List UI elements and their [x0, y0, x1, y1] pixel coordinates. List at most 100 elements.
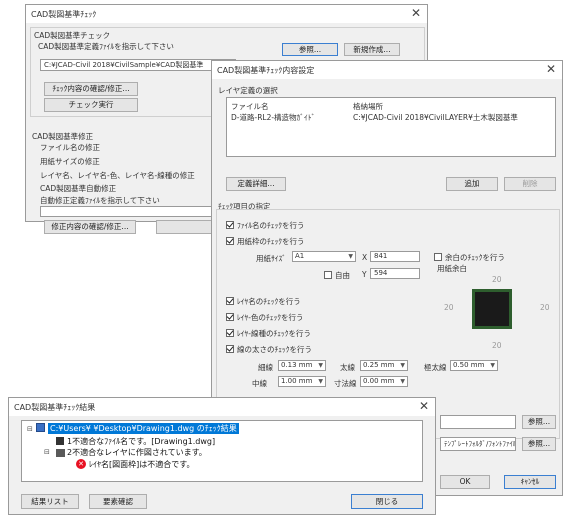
chevron-down-icon: ▼ — [348, 253, 353, 260]
free-size-label: 自由 — [335, 271, 350, 280]
paper-y-input[interactable]: 594 — [370, 268, 420, 279]
dimension-line-value: 0.00 mm — [363, 377, 395, 385]
tree-item-filename[interactable]: 1不適合なﾌｧｲﾙ名です。[Drawing1.dwg] — [67, 436, 215, 447]
check-content-confirm-button[interactable]: ﾁｪｯｸ内容の確認/修正... — [44, 82, 138, 96]
paper-x-input[interactable]: 841 — [370, 251, 420, 262]
layer-fix-label: レイヤ名、レイヤ名-色、レイヤ名-線種の修正 — [40, 171, 195, 180]
margin-top-value: 20 — [492, 275, 502, 284]
paper-preview — [472, 289, 512, 329]
settings-titlebar: CAD製図基準ﾁｪｯｸ内容設定 ✕ — [212, 61, 562, 79]
layer-name-check-checkbox[interactable] — [226, 297, 234, 305]
middle-line-select[interactable]: 1.00 mm ▼ — [278, 376, 326, 387]
filename-check-checkbox[interactable] — [226, 221, 234, 229]
tree-item-layer-name[interactable]: ﾚｲﾔ名[図面枠]は不適合です。 — [89, 459, 194, 470]
layer-definition-list[interactable]: ファイル名 格納場所 D-道路-RL2-構造物ｶﾞｲﾄﾞ C:¥JCAD-Civ… — [226, 97, 556, 157]
chevron-down-icon: ▼ — [400, 378, 405, 385]
tree-root-item[interactable]: C:¥Users¥ ¥Desktop¥Drawing1.dwg のﾁｪｯｸ結果 — [48, 423, 239, 434]
dimension-line-select[interactable]: 0.00 mm ▼ — [360, 376, 408, 387]
middle-line-value: 1.00 mm — [281, 377, 313, 385]
close-icon[interactable]: ✕ — [546, 62, 556, 76]
element-confirm-button[interactable]: 要素確認 — [89, 494, 147, 509]
margin-check-label: 余白のﾁｪｯｸを行う — [445, 253, 505, 262]
reference-button-2[interactable]: 参照... — [522, 415, 556, 429]
thin-line-select[interactable]: 0.13 mm ▼ — [278, 360, 326, 371]
definition-path-input[interactable]: C:¥JCAD-Civil 2018¥CivilSample¥CAD製図基準 — [40, 59, 236, 71]
result-tree[interactable]: ⊟ C:¥Users¥ ¥Desktop¥Drawing1.dwg のﾁｪｯｸ結… — [21, 420, 423, 482]
fix-group-title: CAD製図基準修正 — [32, 132, 94, 141]
paper-check-label: 用紙枠のﾁｪｯｸを行う — [237, 237, 305, 246]
font-path-input[interactable]: ﾃﾝﾌﾟﾚｰﾄﾌｫﾙﾀﾞ/ﾌｫﾝﾄﾌｧｲﾙ(?) — [440, 437, 516, 451]
list-item-filename[interactable]: D-道路-RL2-構造物ｶﾞｲﾄﾞ — [231, 112, 315, 123]
chevron-down-icon: ▼ — [318, 362, 323, 369]
very-thick-line-label: 極太線 — [424, 363, 447, 372]
column-header-location: 格納場所 — [353, 102, 383, 111]
paper-size-value: A1 — [295, 252, 305, 260]
check-dialog-titlebar: CAD製図基準ﾁｪｯｸ ✕ — [26, 5, 427, 23]
error-icon: ✕ — [76, 459, 86, 469]
very-thick-line-select[interactable]: 0.50 mm ▼ — [450, 360, 498, 371]
check-dialog-title: CAD製図基準ﾁｪｯｸ — [31, 10, 97, 19]
result-list-button[interactable]: 結果リスト — [21, 494, 79, 509]
layer-linetype-check-label: ﾚｲﾔ-線種のﾁｪｯｸを行う — [237, 329, 311, 338]
layer-stack-icon — [56, 449, 65, 457]
x-label: X — [362, 253, 368, 262]
linewidth-check-label: 線の太さのﾁｪｯｸを行う — [237, 345, 312, 354]
reference-button[interactable]: 参照... — [282, 43, 338, 56]
paper-size-select[interactable]: A1 ▼ — [292, 251, 356, 262]
middle-line-label: 中線 — [252, 379, 267, 388]
paper-size-label: 用紙ｻｲｽﾞ — [256, 254, 286, 263]
layer-linetype-check-checkbox[interactable] — [226, 329, 234, 337]
fix-content-confirm-button[interactable]: 修正内容の確認/修正... — [44, 220, 136, 234]
result-title: CAD製図基準ﾁｪｯｸ結果 — [14, 403, 96, 412]
free-size-checkbox[interactable] — [324, 271, 332, 279]
layer-name-check-label: ﾚｲﾔ名のﾁｪｯｸを行う — [237, 297, 301, 306]
ok-button[interactable]: OK — [440, 475, 490, 489]
definition-detail-button[interactable]: 定義詳細... — [226, 177, 286, 191]
paper-check-checkbox[interactable] — [226, 237, 234, 245]
delete-button[interactable]: 削除 — [504, 177, 556, 191]
thick-line-label: 太線 — [340, 363, 355, 372]
settings-title: CAD製図基準ﾁｪｯｸ内容設定 — [217, 66, 315, 75]
layer-color-check-checkbox[interactable] — [226, 313, 234, 321]
check-result-dialog: CAD製図基準ﾁｪｯｸ結果 ✕ ⊟ C:¥Users¥ ¥Desktop¥Dra… — [8, 397, 436, 515]
chevron-down-icon: ▼ — [318, 378, 323, 385]
filename-fix-label: ファイル名の修正 — [40, 143, 100, 152]
column-header-filename: ファイル名 — [231, 102, 269, 111]
thin-line-value: 0.13 mm — [281, 361, 313, 369]
check-group-title: CAD製図基準チェック — [34, 31, 111, 40]
margin-left-value: 20 — [444, 303, 454, 312]
close-icon[interactable]: ✕ — [411, 6, 421, 20]
new-definition-button[interactable]: 新規作成... — [344, 43, 400, 56]
close-button[interactable]: 閉じる — [351, 494, 423, 509]
chevron-down-icon: ▼ — [400, 362, 405, 369]
paper-margin-label: 用紙余白 — [437, 264, 467, 273]
tree-collapse-icon[interactable]: ⊟ — [44, 448, 50, 456]
reference-button-3[interactable]: 参照... — [522, 437, 556, 451]
text-path-input[interactable] — [440, 415, 516, 429]
chevron-down-icon: ▼ — [490, 362, 495, 369]
thick-line-select[interactable]: 0.25 mm ▼ — [360, 360, 408, 371]
cancel-button[interactable]: ｷｬﾝｾﾙ — [504, 475, 556, 489]
thick-line-value: 0.25 mm — [363, 361, 395, 369]
auto-fix-prompt: 自動修正定義ﾌｧｲﾙを指示して下さい — [40, 196, 160, 205]
add-button[interactable]: 追加 — [446, 177, 498, 191]
drawing-file-icon — [36, 423, 45, 432]
close-icon[interactable]: ✕ — [419, 399, 429, 413]
margin-right-value: 20 — [540, 303, 550, 312]
paper-size-fix-label: 用紙サイズの修正 — [40, 157, 100, 166]
margin-check-checkbox[interactable] — [434, 253, 442, 261]
auto-fix-path-input[interactable] — [40, 206, 220, 217]
list-item-location[interactable]: C:¥JCAD-Civil 2018¥CivilLAYER¥土木製図基準 — [353, 112, 518, 123]
tree-item-layer[interactable]: 2不適合なレイヤに作図されています。 — [67, 447, 207, 458]
floppy-icon — [56, 437, 64, 445]
very-thick-line-value: 0.50 mm — [453, 361, 485, 369]
thin-line-label: 細線 — [258, 363, 273, 372]
run-fix-button[interactable] — [156, 220, 212, 234]
margin-bottom-value: 20 — [492, 341, 502, 350]
linewidth-check-checkbox[interactable] — [226, 345, 234, 353]
auto-fix-title: CAD製図基準自動修正 — [40, 184, 117, 193]
dimension-line-label: 寸法線 — [334, 379, 357, 388]
run-check-button[interactable]: チェック実行 — [44, 98, 138, 112]
filename-check-label: ﾌｧｲﾙ名のﾁｪｯｸを行う — [237, 221, 305, 230]
tree-collapse-icon[interactable]: ⊟ — [27, 425, 33, 433]
